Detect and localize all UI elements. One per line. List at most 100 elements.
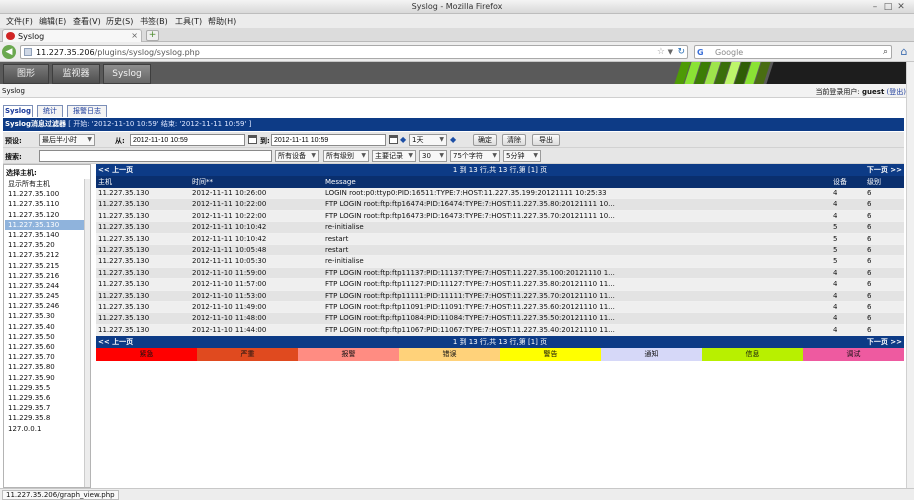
to-calendar-icon[interactable] (389, 135, 398, 144)
tab-graphs[interactable]: 图形 (3, 64, 49, 84)
host-list-item[interactable]: 11.229.35.6 (5, 393, 85, 403)
site-identity-icon[interactable] (24, 48, 32, 56)
inner-tab-alerts[interactable]: 报警日志 (67, 105, 107, 117)
menu-history[interactable]: 历史(S) (106, 16, 133, 27)
host-list-item[interactable]: 11.227.35.40 (5, 322, 85, 332)
header-cactus-art (666, 62, 914, 84)
url-bar[interactable]: 11.227.35.206/plugins/syslog/syslog.php … (20, 45, 688, 59)
col-time[interactable]: 时间** (192, 176, 213, 188)
tab-close-icon[interactable]: × (131, 31, 138, 40)
log-cell-device: 5 (833, 257, 838, 266)
next-page-link-bottom[interactable]: 下一页 >> (867, 336, 902, 348)
menu-file[interactable]: 文件(F) (6, 16, 33, 27)
host-list-item[interactable]: 11.229.35.5 (5, 383, 85, 393)
col-device[interactable]: 设备 (833, 176, 847, 188)
google-engine-icon[interactable]: G (697, 48, 707, 57)
column-header-row: 主机 时间** Message 设备 级别 (96, 176, 904, 188)
menu-view[interactable]: 查看(V) (73, 16, 101, 27)
refresh-select[interactable]: 5分钟 ▼ (503, 150, 541, 162)
close-window-icon[interactable]: ✕ (896, 2, 906, 12)
host-list-item[interactable]: 11.227.35.20 (5, 240, 85, 250)
host-list-item[interactable]: 11.227.35.245 (5, 291, 85, 301)
search-bar[interactable]: G Google ⌕ (694, 45, 892, 59)
clear-button[interactable]: 清除 (502, 134, 526, 146)
maximize-icon[interactable]: □ (883, 2, 893, 12)
from-date-input[interactable] (130, 134, 245, 146)
log-cell-level: 6 (867, 257, 872, 266)
search-icon[interactable]: ⌕ (883, 47, 888, 57)
host-list-item[interactable]: 11.227.35.80 (5, 362, 85, 372)
col-level[interactable]: 级别 (867, 176, 881, 188)
host-list-item[interactable]: 11.227.35.216 (5, 271, 85, 281)
host-list-item[interactable]: 11.227.35.212 (5, 250, 85, 260)
host-list-item[interactable]: 11.227.35.60 (5, 342, 85, 352)
log-cell-device: 4 (833, 325, 838, 334)
url-dropdown-icon[interactable]: ▼ (668, 48, 673, 56)
host-list-item[interactable]: 11.227.35.246 (5, 301, 85, 311)
log-cell-level: 6 (867, 189, 872, 197)
log-cell-level: 6 (867, 268, 872, 277)
host-list-item[interactable]: 11.227.35.130 (5, 219, 85, 230)
host-list-item[interactable]: 11.227.35.50 (5, 332, 85, 342)
host-list-item[interactable]: 11.227.35.30 (5, 311, 85, 321)
log-cell-time: 2012-11-10 11:48:00 (192, 314, 267, 323)
pager-top: << 上一页 1 到 13 行,共 13 行,第 [1] 页 下一页 >> (96, 164, 904, 176)
shift-forward-icon[interactable]: ◆ (450, 135, 456, 144)
menu-bookmarks[interactable]: 书签(B) (140, 16, 168, 27)
level-select[interactable]: 所有级别 ▼ (323, 150, 369, 162)
log-cell-message: LOGIN root:p0:ttyp0:PID:16511:TYPE:7:HOS… (325, 189, 607, 197)
timespan-select[interactable]: 1天 ▼ (409, 134, 447, 146)
menu-edit[interactable]: 编辑(E) (39, 16, 66, 27)
host-list-item[interactable]: 11.227.35.140 (5, 230, 85, 240)
log-cell-time: 2012-11-10 11:53:00 (192, 291, 267, 300)
host-list-item[interactable]: 11.227.35.120 (5, 210, 85, 220)
tab-syslog[interactable]: Syslog (103, 64, 151, 84)
host-list-item[interactable]: 127.0.0.1 (5, 424, 85, 434)
apply-button[interactable]: 确定 (473, 134, 497, 146)
record-select[interactable]: 主要记录 ▼ (372, 150, 416, 162)
home-icon[interactable]: ⌂ (897, 45, 911, 59)
preset-select[interactable]: 最后半小时 ▼ (39, 134, 95, 146)
page-scrollbar[interactable] (906, 62, 914, 488)
host-list-item[interactable]: 11.229.35.7 (5, 403, 85, 413)
host-list[interactable]: 显示所有主机 11.227.35.100 11.227.35.110 11.227.3… (5, 179, 85, 487)
host-list-item[interactable]: 11.229.35.8 (5, 413, 85, 423)
host-list-item[interactable]: 11.227.35.90 (5, 373, 85, 383)
log-row: 11.227.35.130 2012-11-10 11:48:00 FTP LOGI… (96, 313, 904, 325)
col-host[interactable]: 主机 (98, 176, 112, 188)
col-message[interactable]: Message (325, 176, 356, 188)
to-date-input[interactable] (271, 134, 386, 146)
shift-back-icon[interactable]: ◆ (400, 135, 406, 144)
menu-tools[interactable]: 工具(T) (175, 16, 202, 27)
host-list-item[interactable]: 11.227.35.244 (5, 281, 85, 291)
host-list-item[interactable]: 11.227.35.70 (5, 352, 85, 362)
log-row: 11.227.35.130 2012-11-11 10:10:42 re-initi… (96, 222, 904, 234)
device-select[interactable]: 所有设备 ▼ (275, 150, 319, 162)
rows-select[interactable]: 30 ▼ (419, 150, 447, 162)
new-tab-button[interactable]: + (146, 30, 159, 41)
from-calendar-icon[interactable] (248, 135, 257, 144)
host-list-item[interactable]: 11.227.35.110 (5, 199, 85, 209)
host-list-item[interactable]: 显示所有主机 (5, 179, 85, 189)
host-list-item[interactable]: 11.227.35.215 (5, 261, 85, 271)
chars-select[interactable]: 75个字符 ▼ (450, 150, 500, 162)
page-info-bottom: 1 到 13 行,共 13 行,第 [1] 页 (452, 338, 548, 347)
reload-icon[interactable]: ↻ (677, 47, 685, 57)
host-list-item[interactable]: 11.227.35.100 (5, 189, 85, 199)
browser-tab-syslog[interactable]: Syslog × (2, 29, 142, 42)
back-arrow-icon[interactable]: ◀ (2, 45, 16, 59)
inner-tab-stats[interactable]: 统计 (37, 105, 63, 117)
preset-label: 预设: (5, 137, 22, 145)
logout-link[interactable]: (登出) (887, 88, 906, 96)
menu-help[interactable]: 帮助(H) (208, 16, 236, 27)
export-button[interactable]: 导出 (532, 134, 560, 146)
cacti-favicon-icon (6, 32, 15, 40)
minimize-icon[interactable]: – (870, 2, 880, 12)
browser-tab-label: Syslog (18, 32, 45, 41)
next-page-link[interactable]: 下一页 >> (867, 164, 902, 176)
inner-tab-syslog[interactable]: Syslog (3, 105, 33, 117)
search-input[interactable] (39, 150, 272, 162)
bookmark-star-icon[interactable]: ☆ (657, 47, 665, 57)
tab-monitor[interactable]: 监视器 (52, 64, 100, 84)
host-list-scrollbar[interactable] (84, 179, 90, 487)
